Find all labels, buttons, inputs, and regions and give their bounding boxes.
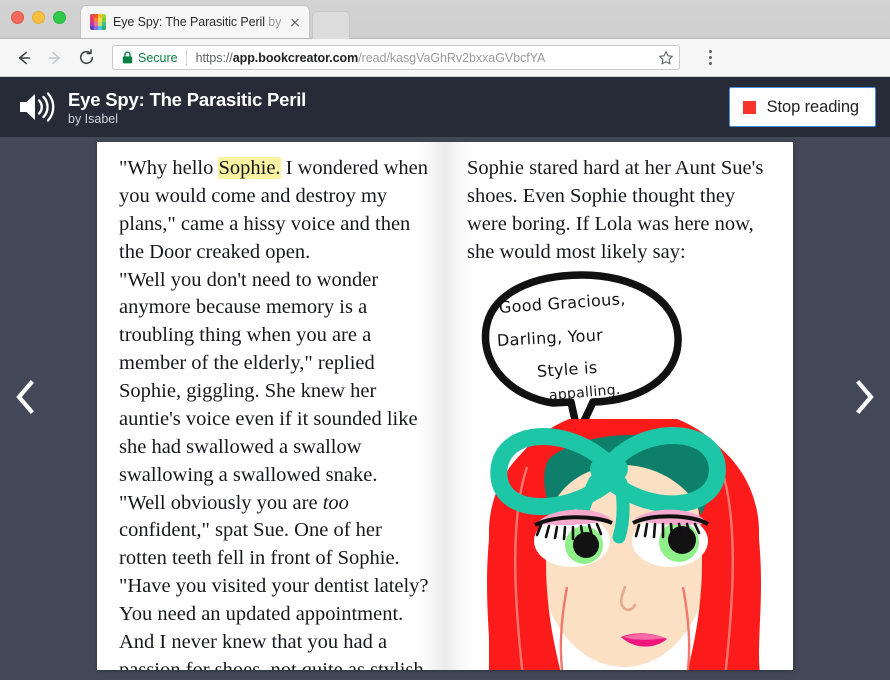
right-page-artwork: Good Gracious, Darling, Your Style is appal… [445,269,793,670]
new-tab-area[interactable] [312,11,350,39]
book-title-block: Eye Spy: The Parasitic Peril by Isabel [68,87,729,128]
back-arrow-icon [18,51,31,64]
chrome-menu-icon[interactable] [700,47,720,69]
lock-icon [122,51,133,64]
paragraph: Sophie stared hard at her Aunt Sue's sho… [467,155,777,267]
tab-close-icon[interactable] [287,14,303,30]
browser-tab-title: Eye Spy: The Parasitic Peril by [113,15,282,29]
speaker-sound-icon[interactable] [14,87,60,127]
browser-tab[interactable]: Eye Spy: The Parasitic Peril by [80,5,310,38]
browser-tab-strip: Eye Spy: The Parasitic Peril by [0,0,890,39]
chevron-left-icon [16,380,34,414]
text-run: "Have you visited your dentist lately? Y… [119,575,429,670]
stop-reading-button[interactable]: Stop reading [728,87,876,127]
book-spread: "Why hello Sophie. I wondered when you w… [97,142,793,670]
window-traffic-lights [11,11,66,24]
reload-icon [79,48,93,64]
stop-square-icon [742,100,756,114]
chevron-right-icon [856,380,874,414]
address-bar[interactable]: Secure https://app.bookcreator.com/read/… [112,45,680,70]
book-page-right[interactable]: Sophie stared hard at her Aunt Sue's sho… [445,142,793,670]
text-run: "Well obviously you are [119,491,323,514]
book-page-left[interactable]: "Why hello Sophie. I wondered when you w… [97,142,445,670]
back-button[interactable] [10,44,38,72]
text-run: "Well you don't need to wonder anymore b… [119,268,418,486]
paragraph: "Well you don't need to wonder anymore b… [119,267,429,490]
paragraph: "Well obviously you are too confident," … [119,490,429,574]
url-text: https://app.bookcreator.com/read/kasgVaG… [195,50,546,65]
window-maximize-button[interactable] [53,11,66,24]
forward-arrow-icon [48,51,61,64]
girl-portrait-illustration [455,418,793,670]
omnibox-divider [185,49,187,66]
bookmark-star-icon[interactable] [657,50,675,66]
stop-reading-label: Stop reading [766,97,859,116]
window-minimize-button[interactable] [32,11,45,24]
book-title: Eye Spy: The Parasitic Peril [68,88,307,110]
browser-window: Eye Spy: The Parasitic Peril by Secure h… [0,0,890,680]
browser-toolbar: Secure https://app.bookcreator.com/read/… [0,39,890,77]
text-run: "Why hello [119,157,219,179]
girl-portrait-svg [487,418,761,670]
bookcreator-reader: Eye Spy: The Parasitic Peril by Isabel S… [0,77,890,680]
paragraph: "Have you visited your dentist lately? Y… [119,573,429,670]
text-run: Sophie stared hard at her Aunt Sue's sho… [467,157,764,263]
text-run: confident," spat Sue. One of her rotten … [119,519,400,570]
paragraph: "Why hello Sophie. I wondered when you w… [119,155,429,267]
left-page-text: "Why hello Sophie. I wondered when you w… [97,142,445,670]
forward-button[interactable] [41,44,69,72]
bookcreator-favicon-icon [90,14,106,30]
right-page-text: Sophie stared hard at her Aunt Sue's sho… [445,142,793,267]
book-author: by Isabel [68,112,119,126]
italic-word: too [322,491,349,514]
next-page-arrow[interactable] [848,375,882,419]
previous-page-arrow[interactable] [8,375,42,419]
reload-button[interactable] [72,44,100,72]
secure-label: Secure [138,50,178,65]
window-close-button[interactable] [11,11,24,24]
reader-header: Eye Spy: The Parasitic Peril by Isabel S… [0,77,890,137]
highlighted-word: Sophie. [218,157,281,179]
book-stage: "Why hello Sophie. I wondered when you w… [0,137,890,680]
